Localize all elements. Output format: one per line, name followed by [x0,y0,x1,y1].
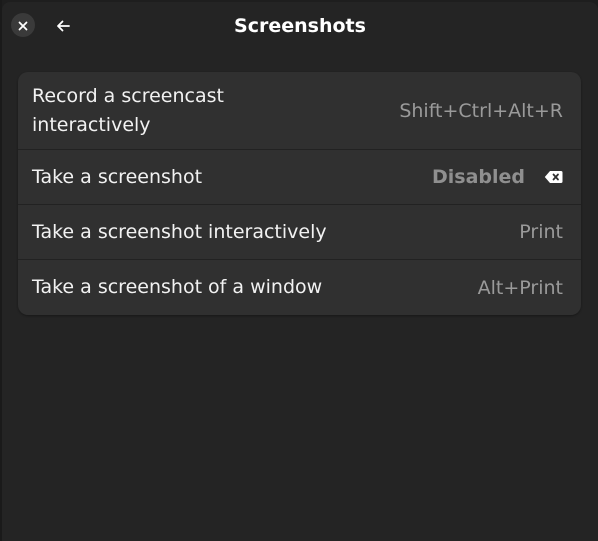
shortcut-settings-window: Screenshots Record a screencast interact… [2,2,598,541]
shortcut-label: Record a screencast interactively [32,82,224,140]
shortcut-label: Take a screenshot of a window [32,276,323,298]
shortcut-label-line1: Record a screencast [32,84,224,107]
shortcut-accelerator: Shift+Ctrl+Alt+R [399,99,563,122]
shortcut-label: Take a screenshot interactively [32,220,327,243]
shortcut-row-record-screencast[interactable]: Record a screencast interactively Shift+… [18,72,581,150]
page-title: Screenshots [234,15,366,37]
clear-shortcut-icon[interactable] [543,169,563,185]
shortcut-label: Take a screenshot [32,165,203,188]
back-arrow-icon [56,17,70,36]
shortcut-label-line2: interactively [32,113,151,136]
shortcut-row-screenshot-window[interactable]: Take a screenshot of a window Alt+Print [18,260,581,315]
close-button[interactable] [11,13,35,37]
shortcut-row-screenshot-interactively[interactable]: Take a screenshot interactively Print [18,205,581,260]
shortcut-row-take-screenshot[interactable]: Take a screenshot Disabled [18,150,581,205]
shortcut-accelerator: Disabled [431,166,525,188]
shortcut-accelerator-group: Disabled [432,166,563,188]
shortcut-accelerator: Print [519,221,563,243]
shortcut-list: Record a screencast interactively Shift+… [18,72,581,315]
close-icon [18,16,28,35]
shortcut-accelerator: Alt+Print [477,276,563,299]
header-bar: Screenshots [2,2,598,50]
back-button[interactable] [48,11,78,41]
